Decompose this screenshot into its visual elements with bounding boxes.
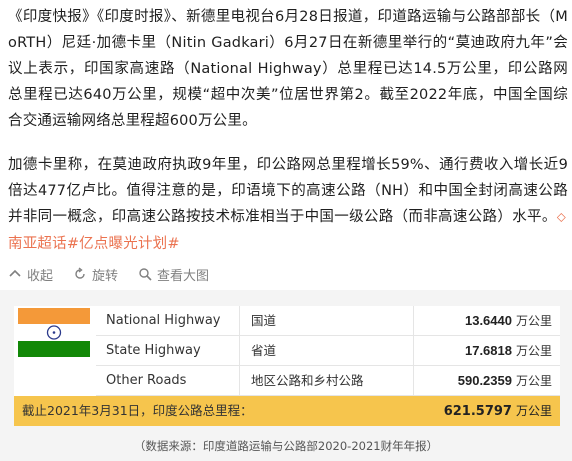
road-length: 13.6440 万公里 — [414, 306, 560, 336]
road-type-name: Other Roads — [96, 366, 240, 396]
rotate-label: 旋转 — [92, 268, 119, 284]
total-length: 621.5797 万公里 — [414, 396, 560, 426]
view-original-label: 查看大图 — [157, 268, 210, 284]
post-text-1: 《印度快报》《印度时报》、新德里电视台6月28日报道，印道路运输与公路部部长（M… — [8, 9, 568, 129]
total-label: 截止2021年3月31日，印度公路总里程： — [22, 403, 253, 418]
total-length-value: 621.5797 — [443, 404, 512, 419]
topic-link-exposure[interactable]: #亿点曝光计划# — [67, 236, 180, 252]
view-original-button[interactable]: 查看大图 — [138, 265, 209, 284]
road-length-value: 590.2359 — [457, 373, 512, 388]
road-length-value: 17.6818 — [464, 343, 512, 358]
collapse-label: 收起 — [27, 268, 54, 284]
post-text-2: 加德卡里称，在莫迪政府执政9年里，印公路网总里程增长59%、通行费收入增长近9倍… — [8, 157, 568, 225]
collapse-button[interactable]: 收起 — [8, 265, 53, 284]
rotate-icon — [75, 267, 85, 279]
post-image[interactable]: National Highway 国道 13.6440 万公里 State Hig… — [0, 290, 572, 461]
supertopic-icon: ⬦ — [556, 210, 566, 225]
india-flag-icon — [18, 308, 90, 357]
flag-cell — [14, 306, 97, 396]
road-type-name: National Highway — [96, 306, 240, 336]
road-length-unit: 万公里 — [515, 344, 552, 358]
magnifier-icon — [139, 268, 152, 281]
image-toolbar: 收起 旋转 查看大图 — [8, 263, 229, 285]
post-paragraph-1: 《印度快报》《印度时报》、新德里电视台6月28日报道，印道路运输与公路部部长（M… — [8, 4, 568, 134]
road-length: 590.2359 万公里 — [414, 366, 560, 396]
total-length-unit: 万公里 — [515, 404, 552, 418]
road-length-unit: 万公里 — [515, 314, 552, 328]
road-length-value: 13.6440 — [464, 313, 512, 328]
data-source-note: （数据来源：印度道路运输与公路部2020-2021财年年报） — [133, 439, 439, 453]
road-length-unit: 万公里 — [515, 374, 552, 388]
road-type-cn: 省道 — [240, 336, 414, 366]
post-paragraph-2: 加德卡里称，在莫迪政府执政9年里，印公路网总里程增长59%、通行费收入增长近9倍… — [8, 152, 568, 257]
road-type-name: State Highway — [96, 336, 240, 366]
road-type-cn: 地区公路和乡村公路 — [240, 366, 414, 396]
rotate-button[interactable]: 旋转 — [73, 265, 118, 284]
collapse-icon — [9, 269, 21, 277]
road-length: 17.6818 万公里 — [414, 336, 560, 366]
road-type-cn: 国道 — [240, 306, 414, 336]
